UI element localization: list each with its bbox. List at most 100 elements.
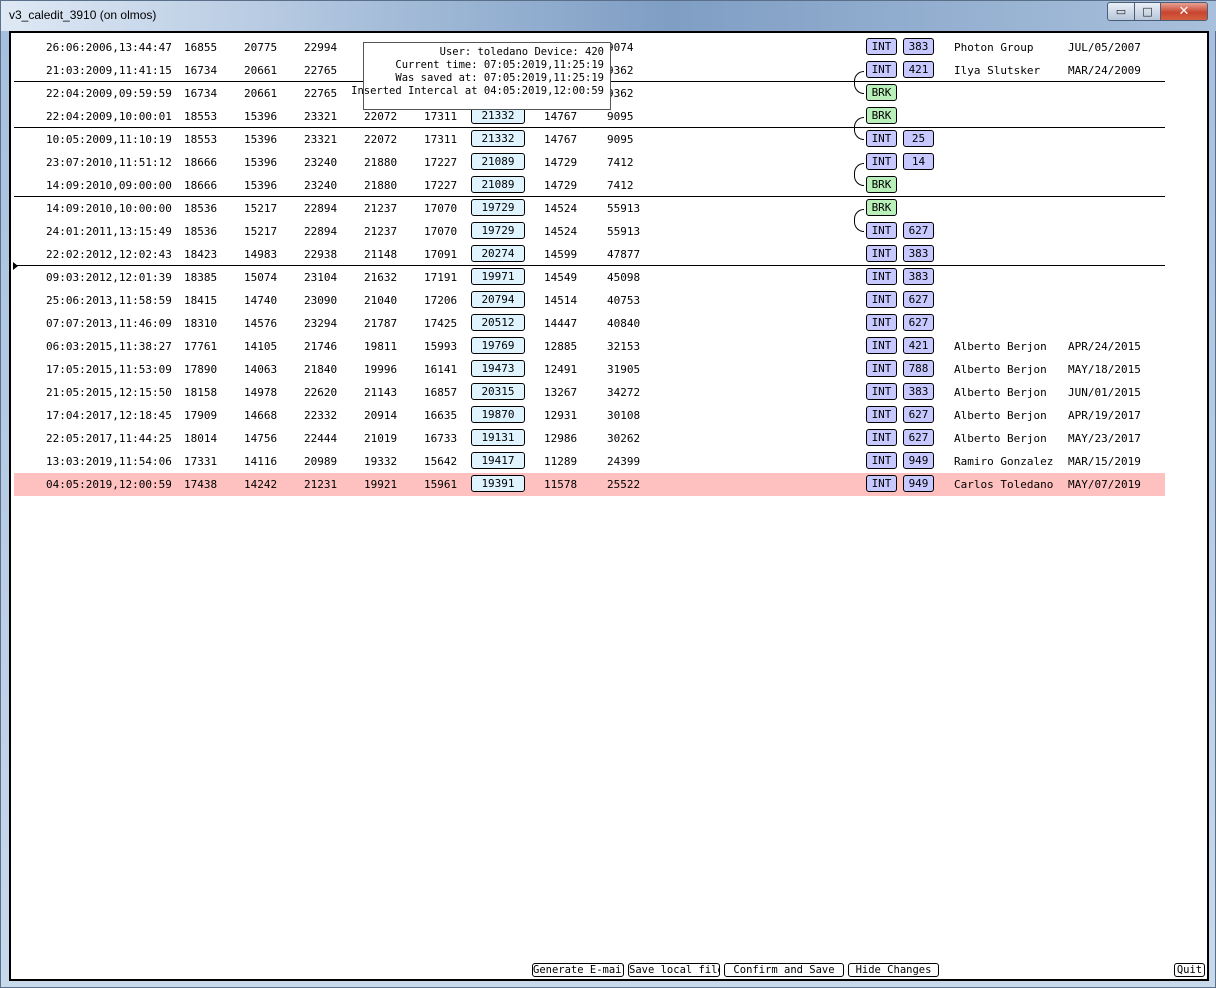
int-tag[interactable]: INT [866,383,897,400]
cell-n7: 14447 [544,317,578,330]
table-row[interactable]: 06:03:2015,11:38:27 17761 14105 21746 19811 1… [14,335,1165,358]
int-tag[interactable]: INT [866,406,897,423]
value-box[interactable]: 19769 [471,337,525,354]
value-box[interactable]: 19729 [471,199,525,216]
table-row[interactable]: 25:06:2013,11:58:59 18415 14740 23090 21040 1… [14,289,1165,312]
intercal-number-tag[interactable]: 421 [903,61,934,78]
cell-n2: 14978 [244,386,278,399]
cell-n8: 40753 [607,294,641,307]
table-row[interactable]: 21:05:2015,12:15:50 18158 14978 22620 21143 1… [14,381,1165,404]
minimize-button[interactable]: ▭ [1107,2,1135,21]
intercal-number-tag[interactable]: 627 [903,222,934,239]
intercal-number-tag[interactable]: 788 [903,360,934,377]
table-row[interactable]: 17:05:2015,11:53:09 17890 14063 21840 19996 1… [14,358,1165,381]
int-tag[interactable]: INT [866,337,897,354]
cell-n1: 17761 [184,340,218,353]
value-box[interactable]: 19417 [471,452,525,469]
int-tag[interactable]: INT [866,360,897,377]
value-box[interactable]: 20794 [471,291,525,308]
int-tag[interactable]: INT [866,245,897,262]
cell-n8: 25522 [607,478,641,491]
brk-tag[interactable]: BRK [866,199,897,216]
intercal-number-tag[interactable]: 383 [903,268,934,285]
value-box[interactable]: 21332 [471,130,525,147]
intercal-number-tag[interactable]: 627 [903,291,934,308]
value-box[interactable]: 19473 [471,360,525,377]
table-row[interactable]: 17:04:2017,12:18:45 17909 14668 22332 20914 1… [14,404,1165,427]
intercal-number-tag[interactable]: 383 [903,245,934,262]
int-tag[interactable]: INT [866,38,897,55]
confirm-and-save-button[interactable]: Confirm and Save [724,963,844,977]
int-tag[interactable]: INT [866,475,897,492]
int-tag[interactable]: INT [866,429,897,446]
value-box[interactable]: 20512 [471,314,525,331]
cell-operator-name: Ilya Slutsker [954,64,1041,77]
cell-n2: 20775 [244,41,278,54]
cell-n3: 23321 [304,110,338,123]
value-box[interactable]: 20315 [471,383,525,400]
cell-n4: 21880 [364,179,398,192]
save-local-file-button[interactable]: Save local file [628,963,720,977]
intercal-number-tag[interactable]: 25 [903,130,934,147]
cell-n4: 21237 [364,202,398,215]
intercal-number-tag[interactable]: 383 [903,38,934,55]
cell-n1: 16734 [184,87,218,100]
cell-entry-date: MAY/18/2015 [1068,363,1141,376]
intercal-number-tag[interactable]: 627 [903,406,934,423]
intercal-number-tag[interactable]: 949 [903,475,934,492]
table-row[interactable]: 04:05:2019,12:00:59 17438 14242 21231 19921 1… [14,473,1165,496]
value-box[interactable]: 19729 [471,222,525,239]
int-tag[interactable]: INT [866,222,897,239]
value-box[interactable]: 19971 [471,268,525,285]
intercal-number-tag[interactable]: 627 [903,429,934,446]
value-box[interactable]: 19870 [471,406,525,423]
intercal-number-tag[interactable]: 949 [903,452,934,469]
intercal-number-tag[interactable]: 14 [903,153,934,170]
int-tag[interactable]: INT [866,452,897,469]
cell-n7: 14767 [544,110,578,123]
cell-entry-date: MAR/15/2019 [1068,455,1141,468]
intercal-number-tag[interactable]: 421 [903,337,934,354]
int-tag[interactable]: INT [866,61,897,78]
close-button[interactable]: ✕ [1160,2,1208,21]
cell-n3: 22938 [304,248,338,261]
table-row[interactable]: 22:02:2012,12:02:43 18423 14983 22938 21148 1… [14,243,1165,266]
cell-n1: 17331 [184,455,218,468]
cell-date: 26:06:2006,13:44:47 [46,41,172,54]
table-row[interactable]: 10:05:2009,11:10:19 18553 15396 23321 22072 1… [14,128,1165,151]
value-box[interactable]: 19391 [471,475,525,492]
cell-n7: 11578 [544,478,578,491]
table-row[interactable]: 22:05:2017,11:44:25 18014 14756 22444 21019 1… [14,427,1165,450]
table-row[interactable]: 09:03:2012,12:01:39 18385 15074 23104 21632 1… [14,266,1165,289]
intercal-number-tag[interactable]: 383 [903,383,934,400]
hide-changes-button[interactable]: Hide Changes [848,963,939,977]
title-bar[interactable]: v3_caledit_3910 (on olmos) ▭ □ ✕ [1,1,1216,31]
value-box[interactable]: 19131 [471,429,525,446]
int-tag[interactable]: INT [866,314,897,331]
brk-tag[interactable]: BRK [866,176,897,193]
generate-email-button[interactable]: Generate E-mail [532,963,624,977]
table-row[interactable]: 07:07:2013,11:46:09 18310 14576 23294 21787 1… [14,312,1165,335]
int-tag[interactable]: INT [866,153,897,170]
table-row[interactable]: 14:09:2010,09:00:00 18666 15396 23240 21880 1… [14,174,1165,197]
brk-tag[interactable]: BRK [866,107,897,124]
table-row[interactable]: 23:07:2010,11:51:12 18666 15396 23240 21880 1… [14,151,1165,174]
connector-arc [854,117,864,140]
maximize-button[interactable]: □ [1134,2,1161,21]
cell-n1: 17890 [184,363,218,376]
value-box[interactable]: 21089 [471,176,525,193]
cell-n3: 22765 [304,64,338,77]
table-row[interactable]: 24:01:2011,13:15:49 18536 15217 22894 21237 1… [14,220,1165,243]
value-box[interactable]: 20274 [471,245,525,262]
table-row[interactable]: 14:09:2010,10:00:00 18536 15217 22894 21237 1… [14,197,1165,220]
int-tag[interactable]: INT [866,291,897,308]
tooltip-current-time: Current time: 07:05:2019,11:25:19 [395,59,604,71]
value-box[interactable]: 21089 [471,153,525,170]
cell-n7: 14514 [544,294,578,307]
intercal-number-tag[interactable]: 627 [903,314,934,331]
quit-button[interactable]: Quit [1174,963,1205,977]
int-tag[interactable]: INT [866,130,897,147]
table-row[interactable]: 13:03:2019,11:54:06 17331 14116 20989 19332 1… [14,450,1165,473]
brk-tag[interactable]: BRK [866,84,897,101]
int-tag[interactable]: INT [866,268,897,285]
